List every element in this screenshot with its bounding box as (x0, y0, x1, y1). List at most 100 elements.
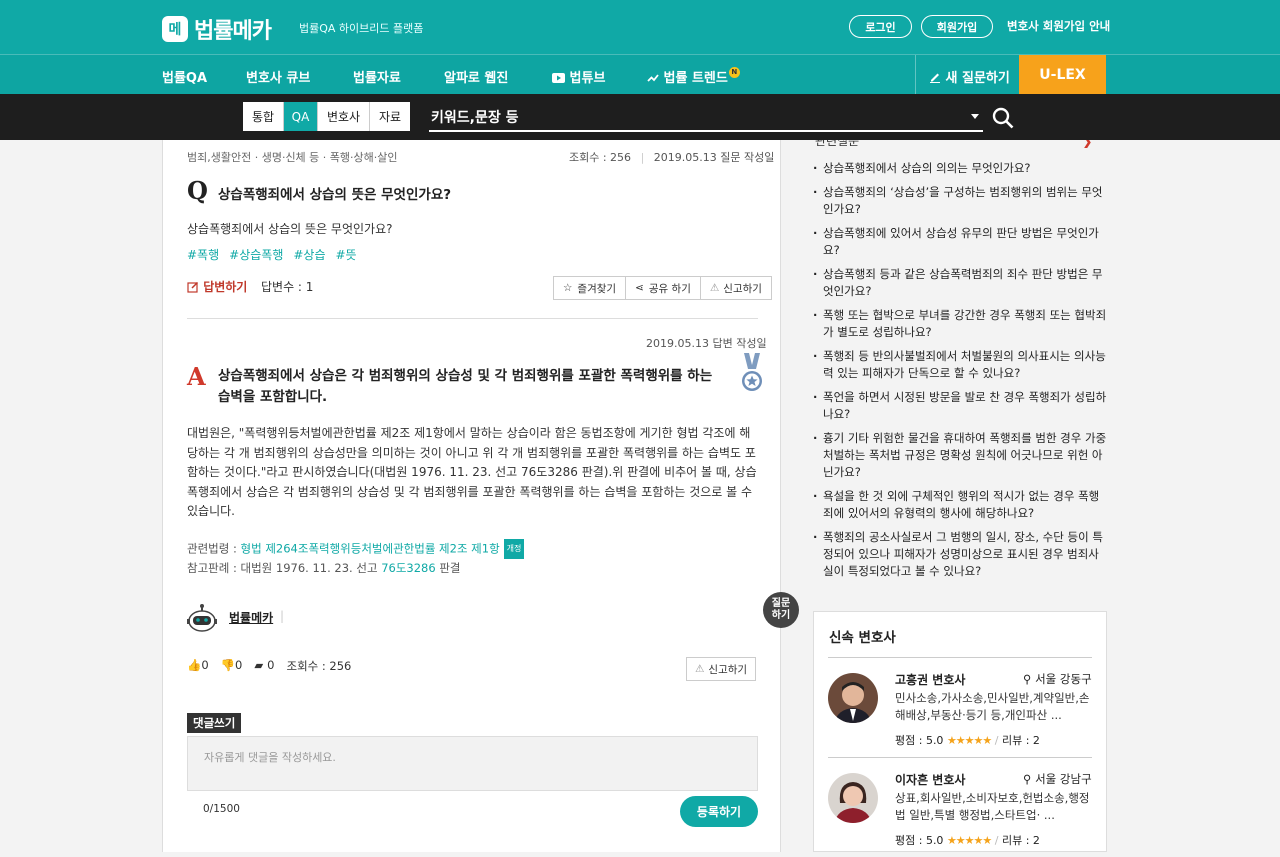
author-separator: | (280, 609, 285, 623)
dislike-button[interactable]: 👎0 (221, 658, 243, 674)
quick-lawyer-box: 신속 변호사 고흥권 변호사 ⚲ 서울 강동구 민사소송,가사소송,민사일반,계… (813, 611, 1107, 852)
lawyer-signup-link[interactable]: 변호사 회원가입 안내 (1007, 18, 1110, 34)
lawyer-avatar (828, 673, 878, 723)
search-input[interactable]: 키워드,문장 등 (429, 107, 983, 132)
comment-count-button[interactable]: ▰ 0 (254, 658, 274, 674)
login-button[interactable]: 로그인 (849, 15, 912, 38)
lawyer-location: ⚲ 서울 강동구 (1023, 671, 1092, 687)
answer-references: 관련법령 : 형법 제264조폭력행위등처벌에관한법률 제2조 제1항 개정 참고… (187, 539, 525, 577)
answer-body: 대법원은, "폭력행위등처벌에관한법률 제2조 제1항에서 말하는 상습이라 함… (187, 426, 757, 518)
nav-item-alpharo-webzine[interactable]: 알파로 웹진 (444, 67, 508, 86)
question-body: 상습폭행죄에서 상습의 뜻은 무엇인가요? (187, 222, 393, 236)
answer-button[interactable]: 답변하기 (187, 278, 247, 295)
tag-link[interactable]: #뜻 (336, 248, 357, 262)
author-name[interactable]: 법률메카 (229, 609, 273, 626)
site-logo[interactable]: 메 법률메카 (162, 13, 272, 45)
share-label: 공유 하기 (648, 282, 691, 295)
related-question-item[interactable]: 상습폭행죄의 ‘상습성’을 구성하는 범죄행위의 범위는 무엇인가요? (813, 184, 1108, 218)
ref-case-link[interactable]: 76도3286 (381, 561, 435, 575)
question-category: 범죄,생활안전 · 생명·신체 등 · 폭행·상해·살인 (187, 151, 398, 164)
qa-content: 범죄,생활안전 · 생명·신체 등 · 폭행·상해·살인 조회수 : 256 |… (162, 140, 781, 852)
search-tab-lawyer[interactable]: 변호사 (318, 102, 370, 131)
rating-separator: / (994, 834, 999, 847)
nav-item-lawyer-cube[interactable]: 변호사 큐브 (246, 67, 310, 86)
location-pin-icon: ⚲ (1023, 772, 1036, 786)
nav-item-trend[interactable]: 법률 트렌드 N (647, 67, 740, 86)
related-question-item[interactable]: 폭행 또는 협박으로 부녀를 강간한 경우 폭행죄 또는 협박죄가 별도로 성립… (813, 307, 1108, 341)
answer-count: 답변수 : 1 (261, 280, 314, 294)
review-count: 리뷰 : 2 (1001, 834, 1040, 847)
trend-icon (647, 74, 659, 82)
bookmark-button[interactable]: ☆ 즐겨찾기 (554, 277, 627, 299)
lawyer-name: 이자흔 변호사 (895, 773, 966, 787)
related-questions-header: 관련질문 ❯ (813, 140, 1108, 148)
floating-ask-button[interactable]: 질문 하기 (763, 592, 799, 628)
rating-separator: / (994, 734, 999, 747)
related-questions-list: 상습폭행죄에서 상습의 의의는 무엇인가요? 상습폭행죄의 ‘상습성’을 구성하… (813, 160, 1108, 587)
related-question-item[interactable]: 폭행죄 등 반의사불벌죄에서 처벌불원의 의사표시는 의사능력 있는 피해자가 … (813, 348, 1108, 382)
answer-views: 조회수 : 256 (286, 659, 352, 673)
search-tab-data[interactable]: 자료 (370, 102, 410, 131)
lawyer-card[interactable]: 고흥권 변호사 ⚲ 서울 강동구 민사소송,가사소송,민사일반,계약일반,손해배… (828, 667, 1094, 757)
tag-link[interactable]: #상습 (293, 248, 325, 262)
report-button[interactable]: ⚠ 신고하기 (701, 277, 771, 299)
report-icon: ⚠ (695, 663, 705, 675)
related-question-item[interactable]: 상습폭행죄에 있어서 상습성 유무의 판단 방법은 무엇인가요? (813, 225, 1108, 259)
bookmark-label: 즐겨찾기 (577, 282, 617, 295)
share-button[interactable]: ⋖ 공유 하기 (626, 277, 701, 299)
comment-submit-button[interactable]: 등록하기 (680, 796, 758, 827)
lawyer-location-text: 서울 강동구 (1035, 672, 1092, 686)
more-arrow-icon[interactable]: ❯ (1081, 140, 1093, 148)
like-button[interactable]: 👍0 (187, 658, 209, 674)
logo-mark-icon: 메 (162, 16, 188, 42)
pencil-icon (930, 73, 940, 83)
signup-button[interactable]: 회원가입 (921, 15, 993, 38)
floating-ask-line1: 질문 (771, 598, 791, 609)
nav-item-lawtube[interactable]: 법튜브 (552, 67, 605, 86)
answer-report-button[interactable]: ⚠ 신고하기 (686, 657, 757, 681)
meta-separator: | (640, 151, 645, 164)
related-question-item[interactable]: 흉기 기타 위험한 물건을 휴대하여 폭행죄를 범한 경우 가중처벌하는 폭처법… (813, 430, 1108, 481)
question-mark: Q (187, 176, 208, 205)
nav-item-qa[interactable]: 법률QA (162, 67, 207, 86)
search-icon[interactable] (992, 107, 1014, 129)
related-question-item[interactable]: 폭언을 하면서 시정된 방문을 발로 찬 경우 폭행죄가 성립하나요? (813, 389, 1108, 423)
lawyer-specialty: 민사소송,가사소송,민사일반,계약일반,손해배상,부동산·등기 등,개인파산 .… (895, 691, 1090, 722)
play-icon (552, 73, 565, 83)
nav-item-legal-data[interactable]: 법률자료 (353, 67, 401, 86)
logo-subtitle: 법률QA 하이브리드 플랫폼 (299, 22, 424, 35)
answer-title: 상습폭행죄에서 상습은 각 범죄행위의 상습성 및 각 범죄행위를 포괄한 폭력… (218, 368, 713, 405)
question-meta: 조회수 : 256 | 2019.05.13 질문 작성일 (569, 149, 774, 165)
nav-divider (915, 55, 916, 95)
review-count: 리뷰 : 2 (1001, 734, 1040, 747)
lawyer-name: 고흥권 변호사 (895, 673, 966, 687)
rating-stars-icon: ★★★★★ (946, 734, 992, 747)
question-date: 2019.05.13 질문 작성일 (653, 151, 775, 164)
related-question-item[interactable]: 폭행죄의 공소사실로서 그 범행의 일시, 장소, 수단 등이 특정되어 있으나… (813, 529, 1108, 580)
question-title: 상습폭행죄에서 상습의 뜻은 무엇인가요? (218, 187, 452, 203)
ref-case-suffix: 판결 (435, 561, 461, 575)
search-tab-qa[interactable]: QA (284, 102, 318, 131)
comment-textarea[interactable]: 자유롭게 댓글을 작성하세요. (187, 736, 758, 791)
new-question-button[interactable]: 새 질문하기 (929, 67, 1010, 86)
tag-link[interactable]: #상습폭행 (229, 248, 283, 262)
search-tab-all[interactable]: 통합 (243, 102, 284, 131)
ref-case-label: 참고판례 : 대법원 1976. 11. 23. 선고 (187, 561, 382, 575)
related-question-item[interactable]: 상습폭행죄 등과 같은 상습폭력범죄의 죄수 판단 방법은 무엇인가요? (813, 266, 1108, 300)
tag-link[interactable]: #폭행 (187, 248, 219, 262)
lawyer-card[interactable]: 이자흔 변호사 ⚲ 서울 강남구 상표,회사일반,소비자보호,헌법소송,행정법 … (828, 767, 1094, 857)
ulex-button[interactable]: U-LEX (1019, 55, 1106, 95)
comment-char-count: 0/1500 (203, 803, 240, 815)
related-law-link[interactable]: 형법 제264조폭력행위등처벌에관한법률 제2조 제1항 (241, 542, 500, 556)
report-label: 신고하기 (723, 282, 762, 295)
related-question-item[interactable]: 욕설을 한 것 외에 구체적인 행위의 적시가 없는 경우 폭행죄에 있어서의 … (813, 488, 1108, 522)
related-law-label: 관련법령 : (187, 541, 241, 556)
search-dropdown-icon[interactable] (971, 114, 979, 119)
comment-count: 0 (267, 658, 275, 672)
answer-date: 2019.05.13 답변 작성일 (646, 337, 767, 350)
rating-label: 평점 : 5.0 (895, 834, 944, 847)
location-pin-icon: ⚲ (1023, 672, 1036, 686)
related-questions-title: 관련질문 (815, 140, 860, 148)
lawyer-divider (828, 757, 1092, 758)
related-question-item[interactable]: 상습폭행죄에서 상습의 의의는 무엇인가요? (813, 160, 1108, 177)
